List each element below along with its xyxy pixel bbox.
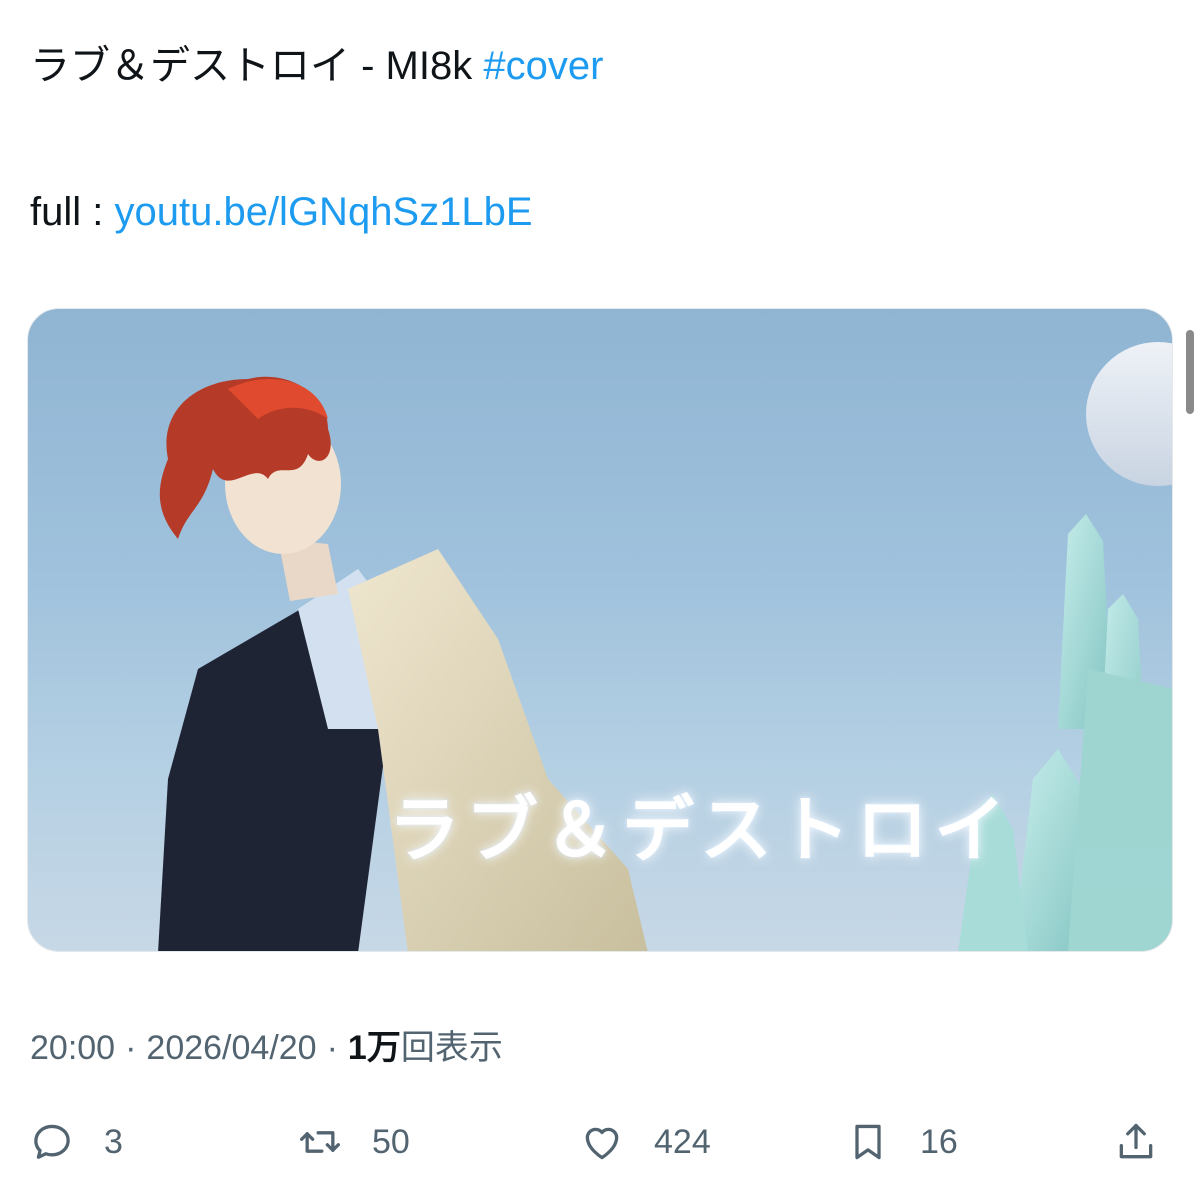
scrollbar[interactable] <box>1186 330 1194 414</box>
bookmark-icon <box>855 1124 881 1160</box>
like-button[interactable]: 424 <box>580 1110 711 1174</box>
like-count: 424 <box>654 1122 711 1161</box>
line-break <box>30 94 1150 184</box>
tweet-link-line: full : youtu.be/lGNqhSz1LbE <box>30 184 1150 240</box>
tweet-title: ラブ＆デストロイ - MI8k <box>30 44 484 88</box>
youtube-link[interactable]: youtu.be/lGNqhSz1LbE <box>114 190 532 234</box>
retweet-count: 50 <box>372 1122 410 1161</box>
share-button[interactable] <box>1114 1110 1158 1174</box>
moon <box>1086 342 1172 486</box>
tweet-text: ラブ＆デストロイ - MI8k #cover full : youtu.be/l… <box>30 38 1150 240</box>
tweet-title-line: ラブ＆デストロイ - MI8k #cover <box>30 38 1150 94</box>
tweet-date[interactable]: 2026/04/20 <box>146 1029 316 1067</box>
share-icon <box>1119 1123 1153 1159</box>
full-label: full : <box>30 190 115 234</box>
retweet-button[interactable]: 50 <box>298 1110 410 1174</box>
tweet-time[interactable]: 20:00 <box>30 1029 115 1067</box>
retweet-icon <box>300 1131 340 1153</box>
reply-icon <box>34 1124 70 1159</box>
views-label: 回表示 <box>400 1029 503 1067</box>
meta-separator: · <box>125 1029 137 1067</box>
tweet-meta: 20:00 · 2026/04/20 · 1万回表示 <box>30 1026 503 1070</box>
reply-count: 3 <box>104 1122 123 1161</box>
action-bar: 3 50 424 16 <box>0 1110 1200 1174</box>
tweet: ラブ＆デストロイ - MI8k #cover full : youtu.be/l… <box>0 0 1200 1200</box>
hashtag-link[interactable]: #cover <box>483 44 603 88</box>
coat <box>348 549 648 951</box>
heart-icon <box>585 1127 619 1160</box>
media-overlay-title: ラブ＆デストロイ <box>388 787 1013 872</box>
media-image[interactable]: ラブ＆デストロイ <box>27 308 1173 952</box>
views-count: 1万 <box>347 1029 401 1067</box>
reply-button[interactable]: 3 <box>30 1110 123 1174</box>
crystal-spires <box>958 514 1172 951</box>
bookmark-button[interactable]: 16 <box>846 1110 958 1174</box>
meta-separator: · <box>326 1029 338 1067</box>
bookmark-count: 16 <box>920 1122 958 1161</box>
